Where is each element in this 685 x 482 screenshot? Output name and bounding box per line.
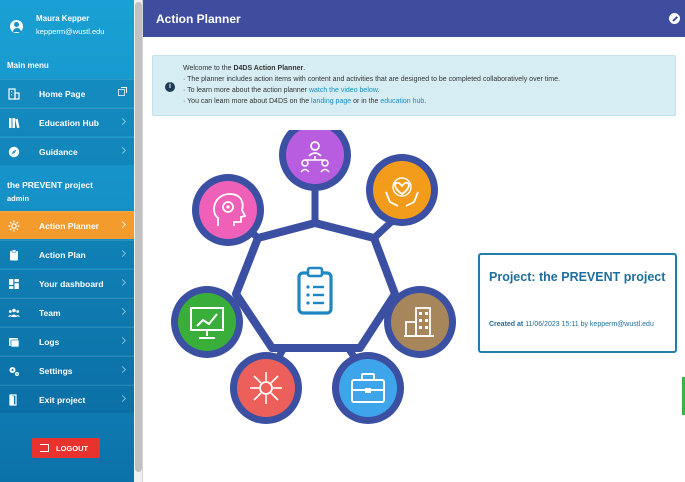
info-line-learn-more: · You can learn more about D4DS on the l… xyxy=(183,98,427,105)
chevron-right-icon xyxy=(118,146,127,155)
chevron-right-icon xyxy=(118,278,127,287)
briefcase-node[interactable] xyxy=(332,352,404,424)
nav-item-settings[interactable]: Settings xyxy=(0,356,134,384)
nav-item-label: Team xyxy=(39,308,61,318)
created-label: Created at xyxy=(489,321,524,328)
info-line-welcome: Welcome to the D4DS Action Planner. xyxy=(183,65,306,72)
compass-icon xyxy=(8,146,20,158)
chevron-right-icon xyxy=(118,336,127,345)
chevron-right-icon xyxy=(118,220,127,229)
info-line-video: · To learn more about the action planner… xyxy=(183,87,380,94)
mind-node[interactable] xyxy=(192,174,264,246)
node-fill xyxy=(373,161,431,219)
logout-icon xyxy=(40,444,49,452)
chevron-right-icon xyxy=(118,117,127,126)
chevron-right-icon xyxy=(118,365,127,374)
nav-item-label: Logs xyxy=(39,337,60,347)
nav-item-logs[interactable]: Logs xyxy=(0,327,134,355)
distribution-node[interactable] xyxy=(230,352,302,424)
user-panel: Maura Kepper kepperm@wustl.edu xyxy=(0,0,134,50)
team-icon xyxy=(8,308,20,317)
watch-video-link[interactable]: watch the video below xyxy=(309,87,378,94)
main-menu-label: Main menu xyxy=(7,61,49,70)
nav-item-action-planner[interactable]: Action Planner xyxy=(0,211,134,239)
logout-label: LOGOUT xyxy=(56,444,89,453)
nav-item-education-hub[interactable]: Education Hub xyxy=(0,108,134,136)
nav-item-action-plan[interactable]: Action Plan xyxy=(0,240,134,268)
clipboard-icon xyxy=(10,249,18,261)
nav-item-label: Guidance xyxy=(39,147,78,157)
user-email: kepperm@wustl.edu xyxy=(36,27,105,36)
top-header: Action Planner xyxy=(143,0,685,37)
user-avatar-icon xyxy=(10,20,23,33)
nav-item-exit-project[interactable]: Exit project xyxy=(0,385,134,413)
nav-item-label: Action Plan xyxy=(39,250,86,260)
scrollbar-thumb[interactable] xyxy=(135,2,142,472)
nav-item-your-dashboard[interactable]: Your dashboard xyxy=(0,269,134,297)
project-title: the PREVENT project xyxy=(7,180,93,190)
compass-header-icon[interactable] xyxy=(669,13,680,24)
logs-icon xyxy=(9,338,20,348)
hands-heart-node[interactable] xyxy=(366,154,438,226)
project-card-title: Project: the PREVENT project xyxy=(489,270,666,284)
hub-ring xyxy=(232,219,399,352)
info-alert: i Welcome to the D4DS Action Planner. · … xyxy=(152,55,676,116)
nav-item-label: Settings xyxy=(39,366,73,376)
nav-item-label: Your dashboard xyxy=(39,279,104,289)
action-planner-diagram xyxy=(171,130,456,424)
planner-name: D4DS Action Planner xyxy=(233,65,304,72)
landing-page-link[interactable]: landing page xyxy=(311,98,351,105)
project-role: admin xyxy=(7,194,30,203)
info-icon: i xyxy=(165,82,175,92)
user-name: Maura Kepper xyxy=(36,14,90,23)
chevron-right-icon xyxy=(118,307,127,316)
nav-item-label: Education Hub xyxy=(39,118,99,128)
nav-item-label: Home Page xyxy=(39,89,86,99)
node-fill xyxy=(237,359,295,417)
info-line-description: · The planner includes action items with… xyxy=(183,76,560,83)
logout-button[interactable]: LOGOUT xyxy=(32,438,100,458)
sidebar: Maura Kepper kepperm@wustl.edu Main menu… xyxy=(0,0,134,482)
books-icon xyxy=(9,118,20,129)
sidebar-scrollbar[interactable] xyxy=(134,0,143,482)
node-fill xyxy=(199,181,257,239)
nav-item-team[interactable]: Team xyxy=(0,298,134,326)
chevron-right-icon xyxy=(118,394,127,403)
project-card: Project: the PREVENT project Created at … xyxy=(478,253,677,353)
team-node[interactable] xyxy=(279,130,351,191)
nav-item-guidance[interactable]: Guidance xyxy=(0,137,134,165)
chevron-right-icon xyxy=(118,249,127,258)
external-link-icon xyxy=(118,87,127,96)
nav-item-label: Action Planner xyxy=(39,221,99,231)
page-title: Action Planner xyxy=(156,12,241,26)
building-icon xyxy=(8,88,20,100)
building-node[interactable] xyxy=(384,286,456,358)
door-icon xyxy=(9,394,17,406)
dashboard-icon xyxy=(9,279,19,289)
created-value: 11/06/2023 15:11 by kepperm@wustl.edu xyxy=(525,321,654,328)
settings-icon xyxy=(9,367,19,376)
education-hub-link[interactable]: education hub xyxy=(380,98,424,105)
project-card-meta: Created at 11/06/2023 15:11 by kepperm@w… xyxy=(489,319,669,330)
sun-icon xyxy=(8,220,20,232)
nav-item-label: Exit project xyxy=(39,395,86,405)
presentation-node[interactable] xyxy=(171,286,243,358)
nav-item-home-page[interactable]: Home Page xyxy=(0,79,134,107)
